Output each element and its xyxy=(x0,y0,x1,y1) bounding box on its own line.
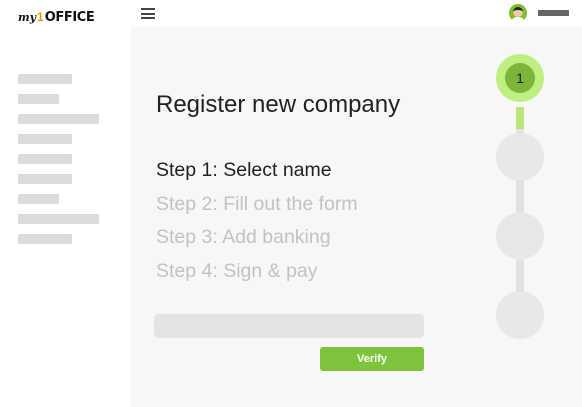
steps-list: Step 1: Select name Step 2: Fill out the… xyxy=(156,158,358,293)
sidebar-item-4[interactable] xyxy=(18,134,72,144)
sidebar-item-2[interactable] xyxy=(18,94,59,104)
myoffice-logo[interactable]: my 1 OFFICE xyxy=(18,10,95,25)
user-name-placeholder[interactable] xyxy=(538,10,569,16)
progress-track-fill xyxy=(516,107,524,129)
step-4-sign-pay: Step 4: Sign & pay xyxy=(156,260,318,283)
step-2-fill-form: Step 2: Fill out the form xyxy=(156,192,358,215)
sidebar-item-1[interactable] xyxy=(18,74,72,84)
progress-step-1-number: 1 xyxy=(505,63,535,93)
logo-my-text: my xyxy=(18,11,37,24)
sidebar-item-9[interactable] xyxy=(18,234,72,244)
page-title: Register new company xyxy=(156,91,401,118)
logo-one-text: 1 xyxy=(37,10,44,24)
sidebar-menu xyxy=(18,74,99,254)
progress-step-1: 1 xyxy=(496,54,544,102)
sidebar-item-8[interactable] xyxy=(18,214,99,224)
user-avatar[interactable] xyxy=(509,4,527,22)
progress-step-2 xyxy=(496,133,544,181)
progress-step-3 xyxy=(496,212,544,260)
progress-step-4 xyxy=(496,291,544,339)
sidebar-item-5[interactable] xyxy=(18,154,72,164)
sidebar-item-3[interactable] xyxy=(18,114,99,124)
sidebar: my 1 OFFICE xyxy=(0,0,131,407)
company-name-input[interactable] xyxy=(154,314,424,338)
step-3-add-banking: Step 3: Add banking xyxy=(156,226,331,249)
main-content: Register new company Step 1: Select name… xyxy=(131,27,582,407)
verify-button[interactable]: Verify xyxy=(320,347,424,371)
hamburger-menu-icon[interactable] xyxy=(141,8,155,19)
logo-office-text: OFFICE xyxy=(44,10,95,25)
sidebar-item-7[interactable] xyxy=(18,194,59,204)
step-1-select-name: Step 1: Select name xyxy=(156,159,332,181)
sidebar-item-6[interactable] xyxy=(18,174,72,184)
top-bar xyxy=(131,0,582,27)
